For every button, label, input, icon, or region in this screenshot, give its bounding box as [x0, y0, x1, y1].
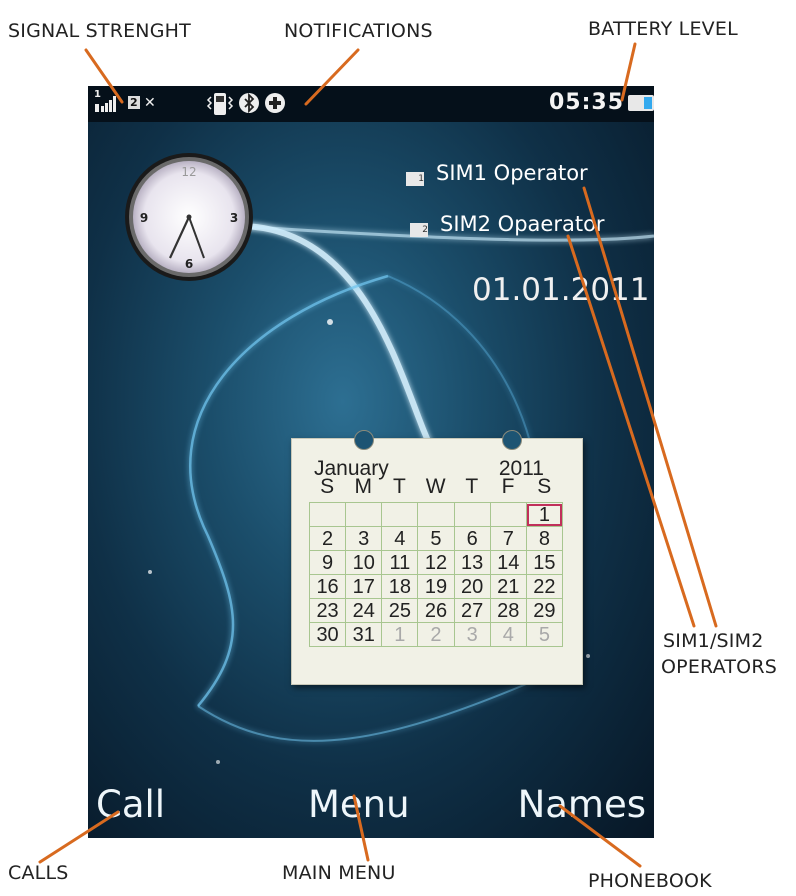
leader-sim1 — [582, 186, 718, 628]
annotation-lines — [38, 42, 718, 868]
leader-phonebook — [558, 804, 642, 868]
leader-signal — [84, 48, 124, 104]
leader-sim2 — [566, 234, 696, 628]
leader-main-menu — [352, 794, 370, 862]
leader-battery — [620, 42, 637, 102]
leader-notifications — [304, 48, 360, 106]
leader-calls — [38, 810, 120, 864]
